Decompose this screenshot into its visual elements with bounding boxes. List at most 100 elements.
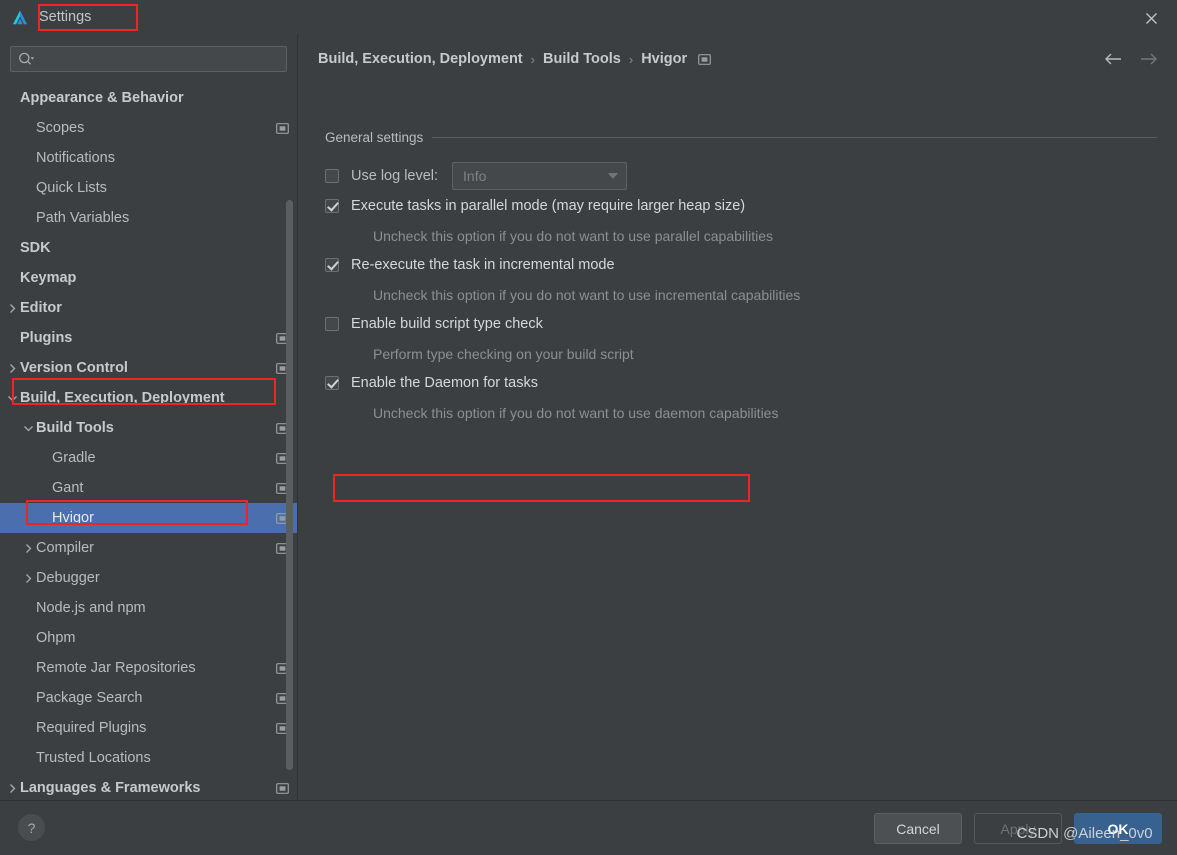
sidebar-item-hvigor[interactable]: Hvigor [0,503,297,533]
sidebar-item-label: Ohpm [36,629,76,646]
sidebar-item-label: Gradle [52,449,96,466]
sidebar-item-quick-lists[interactable]: Quick Lists [0,173,297,203]
sidebar-item-path-variables[interactable]: Path Variables [0,203,297,233]
deveco-logo-icon [12,10,28,24]
option-hint: Uncheck this option if you do not want t… [373,227,774,244]
breadcrumb-item[interactable]: Build, Execution, Deployment [318,51,523,67]
daemon-option-highlight-box [333,474,750,502]
option-row-enable-the-daemon-for-tasks[interactable]: Enable the Daemon for tasks [325,368,1157,398]
apply-button: Apply [974,813,1062,844]
sidebar-item-compiler[interactable]: Compiler [0,533,297,563]
sidebar-item-notifications[interactable]: Notifications [0,143,297,173]
option-hint: Uncheck this option if you do not want t… [373,286,801,303]
sidebar-item-remote-jar-repositories[interactable]: Remote Jar Repositories [0,653,297,683]
chevron-right-icon[interactable] [4,363,20,374]
project-settings-icon [698,53,712,66]
search-input[interactable] [35,51,286,67]
sidebar-item-ohpm[interactable]: Ohpm [0,623,297,653]
checkbox-execute-tasks-in-parallel-mode-may-requi[interactable] [325,199,339,213]
sidebar-item-label: Node.js and npm [36,599,146,616]
project-settings-icon [276,122,289,135]
section-header: General settings [325,130,1157,145]
checkbox-enable-build-script-type-check[interactable] [325,317,339,331]
chevron-right-icon[interactable] [20,543,36,554]
sidebar-item-label: Build, Execution, Deployment [20,389,225,406]
search-box[interactable] [10,46,287,72]
option-row-execute-tasks-in-parallel-mode-may-requi[interactable]: Execute tasks in parallel mode (may requ… [325,191,1157,221]
sidebar-scrollbar[interactable] [286,200,293,770]
sidebar-item-label: Debugger [36,569,100,586]
cancel-button[interactable]: Cancel [874,813,962,844]
sidebar-item-label: Hvigor [52,509,94,526]
close-icon[interactable] [1141,8,1161,28]
settings-tree: Appearance & Behavior Scopes Notifications… [0,83,297,800]
sidebar-item-label: Scopes [36,119,85,136]
sidebar-item-label: Required Plugins [36,719,147,736]
section-title: General settings [325,130,424,145]
sidebar-item-debugger[interactable]: Debugger [0,563,297,593]
breadcrumb-separator: › [628,51,634,67]
title-bar: Settings [0,0,1177,36]
option-row-re-execute-the-task-in-incremental-mode[interactable]: Re-execute the task in incremental mode [325,250,1157,280]
chevron-down-icon [608,173,619,179]
sidebar-item-keymap[interactable]: Keymap [0,263,297,293]
sidebar-item-label: Compiler [36,539,95,556]
dialog-footer: ? Cancel Apply OK [0,800,1177,855]
sidebar-item-sdk[interactable]: SDK [0,233,297,263]
sidebar-item-scopes[interactable]: Scopes [0,113,297,143]
checkbox-enable-the-daemon-for-tasks[interactable] [325,376,339,390]
sidebar-item-label: Trusted Locations [36,749,151,766]
window-title: Settings [39,9,92,26]
search-icon [18,52,35,66]
ok-button[interactable]: OK [1074,813,1162,844]
option-hint: Perform type checking on your build scri… [373,345,634,362]
chevron-right-icon[interactable] [4,303,20,314]
sidebar-item-gradle[interactable]: Gradle [0,443,297,473]
sidebar-item-label: Version Control [20,359,128,376]
chevron-down-icon[interactable] [4,393,20,404]
sidebar-item-trusted-locations[interactable]: Trusted Locations [0,743,297,773]
settings-sidebar: Appearance & Behavior Scopes Notifications… [0,35,298,800]
use-log-level-checkbox[interactable] [325,169,339,183]
sidebar-item-label: Languages & Frameworks [20,779,201,796]
sidebar-item-label: Editor [20,299,62,316]
dialog-buttons: Cancel Apply OK [874,813,1162,844]
arrow-right-icon[interactable] [1139,49,1159,69]
options-list: Use log level: Info Execute tasks in par… [325,161,1157,427]
breadcrumb-item[interactable]: Build Tools [543,51,621,67]
option-row-enable-build-script-type-check[interactable]: Enable build script type check [325,309,1157,339]
chevron-right-icon[interactable] [20,573,36,584]
sidebar-item-version-control[interactable]: Version Control [0,353,297,383]
sidebar-item-node-js-and-npm[interactable]: Node.js and npm [0,593,297,623]
checkbox-re-execute-the-task-in-incremental-mode[interactable] [325,258,339,272]
sidebar-item-label: Keymap [20,269,77,286]
checkbox-options: Execute tasks in parallel mode (may requ… [325,191,1157,427]
chevron-down-icon[interactable] [20,423,36,434]
sidebar-item-plugins[interactable]: Plugins [0,323,297,353]
help-button[interactable]: ? [18,814,45,841]
breadcrumb-item[interactable]: Hvigor [641,51,687,67]
section-divider [432,137,1157,138]
option-label: Re-execute the task in incremental mode [351,256,615,273]
navigation-arrows [1103,49,1159,69]
option-label: Enable build script type check [351,315,543,332]
sidebar-item-label: Quick Lists [36,179,107,196]
arrow-left-icon[interactable] [1103,49,1123,69]
sidebar-item-build-execution-deployment[interactable]: Build, Execution, Deployment [0,383,297,413]
sidebar-item-label: Build Tools [36,419,114,436]
breadcrumb: Build, Execution, Deployment › Build Tools… [318,51,712,67]
sidebar-item-gant[interactable]: Gant [0,473,297,503]
chevron-right-icon[interactable] [4,783,20,794]
option-label: Enable the Daemon for tasks [351,374,538,391]
sidebar-item-appearance-behavior[interactable]: Appearance & Behavior [0,83,297,113]
sidebar-item-languages-frameworks[interactable]: Languages & Frameworks [0,773,297,800]
breadcrumb-separator: › [530,51,535,67]
sidebar-item-build-tools[interactable]: Build Tools [0,413,297,443]
sidebar-item-editor[interactable]: Editor [0,293,297,323]
log-level-dropdown[interactable]: Info [452,162,628,190]
sidebar-item-package-search[interactable]: Package Search [0,683,297,713]
sidebar-item-required-plugins[interactable]: Required Plugins [0,713,297,743]
option-hint: Uncheck this option if you do not want t… [373,404,779,421]
sidebar-item-label: Gant [52,479,84,496]
log-level-value: Info [463,168,487,184]
